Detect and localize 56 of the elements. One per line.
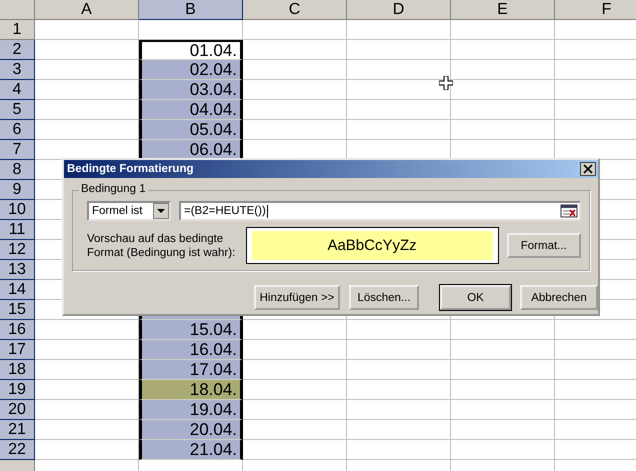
column-header[interactable]: E — [451, 0, 555, 20]
close-icon[interactable] — [580, 162, 596, 176]
range-picker-icon[interactable] — [560, 204, 578, 218]
dialog-button[interactable]: OK — [440, 285, 511, 310]
date-cell: 04.04. — [139, 100, 243, 120]
row-header[interactable]: 8 — [0, 160, 35, 180]
row-header[interactable]: 2 — [0, 40, 35, 60]
row-header[interactable]: 5 — [0, 100, 35, 120]
dialog-button[interactable]: Hinzufügen >> — [254, 285, 340, 310]
row-header[interactable]: 3 — [0, 60, 35, 80]
date-cell: 17.04. — [139, 360, 243, 380]
window-title: Bedingte Formatierung — [67, 163, 194, 175]
column-header[interactable]: A — [35, 0, 139, 20]
column-header[interactable]: C — [243, 0, 347, 20]
column-header[interactable]: B — [139, 0, 243, 20]
row-header[interactable]: 19 — [0, 380, 35, 400]
row-header[interactable]: 9 — [0, 180, 35, 200]
date-cell: 16.04. — [139, 340, 243, 360]
row-header[interactable]: 17 — [0, 340, 35, 360]
cursor-icon — [439, 76, 453, 90]
column-header[interactable]: F — [555, 0, 636, 20]
row-header[interactable]: 12 — [0, 240, 35, 260]
date-cell: 02.04. — [139, 60, 243, 80]
date-cell: 15.04. — [139, 320, 243, 340]
format-button[interactable]: Format... — [506, 233, 581, 258]
row-header[interactable]: 13 — [0, 260, 35, 280]
row-header[interactable]: 14 — [0, 280, 35, 300]
row-header[interactable]: 11 — [0, 220, 35, 240]
row-header[interactable]: 4 — [0, 80, 35, 100]
date-cell: 03.04. — [139, 80, 243, 100]
date-cell: 18.04. — [139, 380, 243, 400]
group-label: Bedingung 1 — [79, 183, 148, 195]
date-cell: 19.04. — [139, 400, 243, 420]
row-header[interactable]: 22 — [0, 440, 35, 460]
row-header[interactable]: 20 — [0, 400, 35, 420]
row-header[interactable]: 18 — [0, 360, 35, 380]
date-cell: 01.04. — [139, 40, 243, 60]
date-cell: 21.04. — [139, 440, 243, 460]
date-cell: 05.04. — [139, 120, 243, 140]
row-header[interactable]: 21 — [0, 420, 35, 440]
date-cell: 20.04. — [139, 420, 243, 440]
formula-field[interactable]: =(B2=HEUTE()) — [179, 201, 581, 221]
condition-dropdown[interactable]: Formel ist — [87, 201, 171, 221]
row-header[interactable]: 16 — [0, 320, 35, 340]
date-cell: 06.04. — [139, 140, 243, 160]
dialog-button[interactable]: Löschen... — [349, 285, 419, 310]
preview-label: Vorschau auf das bedingte Format (Bedingung ist wahr): — [87, 232, 236, 260]
preview-sample: AaBbCcYyZz — [252, 231, 492, 260]
row-header[interactable]: 10 — [0, 200, 35, 220]
row-header[interactable]: 7 — [0, 140, 35, 160]
row-header[interactable]: 1 — [0, 20, 35, 40]
row-header[interactable]: 6 — [0, 120, 35, 140]
column-header[interactable]: D — [347, 0, 451, 20]
select-all-corner[interactable] — [0, 0, 35, 20]
dialog-button[interactable]: Abbrechen — [520, 285, 598, 310]
row-header[interactable]: 15 — [0, 300, 35, 320]
